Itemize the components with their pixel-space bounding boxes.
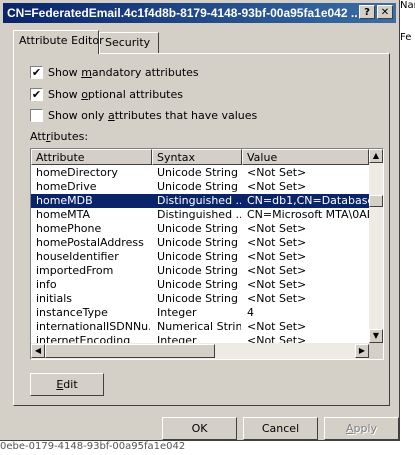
background-window-bottom: 0ebe-0179-4148-93bf-00a95fa1e042 (0, 441, 400, 455)
cell-syntax: Unicode String (157, 292, 238, 305)
cell-attribute: importedFrom (36, 264, 114, 277)
cell-syntax: Unicode String (157, 166, 238, 179)
cell-attribute: homeDirectory (36, 166, 118, 179)
scroll-left-icon[interactable]: ◀ (31, 344, 45, 358)
cell-value: <Not Set> (247, 222, 307, 235)
help-button[interactable]: ? (359, 5, 375, 19)
cell-syntax: Unicode String (157, 278, 238, 291)
table-row[interactable]: internationalISDNNu... Numerical String <N… (31, 320, 369, 334)
cell-value: CN=Microsoft MTA\0ADEL: (247, 208, 369, 221)
tab-label: Attribute Editor (19, 34, 104, 47)
cell-syntax: Unicode String (157, 250, 238, 263)
attributes-label: Attributes: (30, 130, 89, 143)
cell-value: <Not Set> (247, 180, 307, 193)
vertical-scrollbar[interactable]: ▲ ▼ (369, 149, 383, 343)
cell-attribute: internationalISDNNu... (36, 320, 150, 333)
cell-value: <Not Set> (247, 264, 307, 277)
column-header-value[interactable]: Value (242, 149, 369, 165)
tab-security[interactable]: Security (99, 32, 159, 53)
checkbox-box[interactable]: ✔ (30, 88, 43, 101)
ok-button[interactable]: OK (162, 417, 237, 440)
close-button[interactable]: ✕ (377, 5, 393, 19)
cell-syntax: Unicode String (157, 180, 238, 193)
horizontal-scrollbar[interactable]: ◀ ▶ (31, 343, 369, 359)
cell-value: <Not Set> (247, 236, 307, 249)
scroll-right-icon[interactable]: ▶ (355, 344, 369, 358)
cell-value: <Not Set> (247, 292, 307, 305)
background-bottom-text: 0ebe-0179-4148-93bf-00a95fa1e042 (0, 441, 186, 452)
scroll-down-icon[interactable]: ▼ (369, 329, 383, 343)
cell-attribute: houseIdentifier (36, 250, 119, 263)
checkbox-label: Show only attributes that have values (48, 109, 258, 122)
cancel-button[interactable]: Cancel (243, 417, 318, 440)
cell-attribute: instanceType (36, 306, 108, 319)
cell-syntax: Unicode String (157, 236, 238, 249)
table-row[interactable]: info Unicode String <Not Set> (31, 278, 369, 292)
edit-button[interactable]: Edit (30, 373, 104, 396)
table-row[interactable]: homeMDB Distinguished ... CN=db1,CN=Databa… (31, 194, 369, 208)
background-label: Fe (400, 32, 412, 43)
cell-value: <Not Set> (247, 250, 307, 263)
properties-dialog: CN=FederatedEmail.4c1f4d8b-8179-4148-93b… (0, 0, 400, 441)
checkbox-box[interactable]: ✔ (30, 66, 43, 79)
cell-syntax: Unicode String (157, 264, 238, 277)
attributes-list[interactable]: Attribute Syntax Value homeDirectory Unic… (30, 148, 384, 360)
cell-syntax: Integer (157, 306, 197, 319)
column-header-attribute[interactable]: Attribute (31, 149, 152, 165)
table-row[interactable]: initials Unicode String <Not Set> (31, 292, 369, 306)
table-row[interactable]: importedFrom Unicode String <Not Set> (31, 264, 369, 278)
cell-value: <Not Set> (247, 278, 307, 291)
horizontal-scroll-thumb[interactable] (45, 344, 215, 358)
table-row[interactable]: homeDirectory Unicode String <Not Set> (31, 166, 369, 180)
cell-attribute: homePhone (36, 222, 102, 235)
title-bar[interactable]: CN=FederatedEmail.4c1f4d8b-8179-4148-93b… (3, 3, 396, 23)
cell-attribute: homePostalAddress (36, 236, 144, 249)
table-row[interactable]: houseIdentifier Unicode String <Not Set> (31, 250, 369, 264)
cell-syntax: Distinguished ... (157, 208, 241, 221)
checkbox-box[interactable] (30, 109, 43, 122)
background-window-right: Name Fe (400, 0, 415, 455)
cell-syntax: Unicode String (157, 222, 238, 235)
cell-value: 4 (247, 306, 254, 319)
checkbox-label: Show mandatory attributes (48, 66, 199, 79)
cell-attribute: homeMDB (36, 194, 93, 207)
checkbox-label: Show optional attributes (48, 88, 183, 101)
cell-value: CN=db1,CN=Databases,CN (247, 194, 369, 207)
cell-attribute: homeMTA (36, 208, 91, 221)
tab-attribute-editor[interactable]: Attribute Editor (13, 30, 104, 54)
cell-syntax: Distinguished ... (157, 194, 241, 207)
vertical-scroll-thumb[interactable] (369, 195, 383, 207)
cell-value: <Not Set> (247, 166, 307, 179)
cell-value: <Not Set> (247, 320, 307, 333)
scroll-corner (369, 343, 383, 359)
background-label: Name (400, 0, 415, 11)
table-row[interactable]: instanceType Integer 4 (31, 306, 369, 320)
scroll-up-icon[interactable]: ▲ (369, 149, 383, 163)
cell-syntax: Numerical String (157, 320, 241, 333)
table-row[interactable]: homeMTA Distinguished ... CN=Microsoft MTA… (31, 208, 369, 222)
table-row[interactable]: homePostalAddress Unicode String <Not Set> (31, 236, 369, 250)
table-row[interactable]: homeDrive Unicode String <Not Set> (31, 180, 369, 194)
cell-attribute: homeDrive (36, 180, 97, 193)
table-row[interactable]: homePhone Unicode String <Not Set> (31, 222, 369, 236)
apply-button[interactable]: Apply (324, 417, 399, 440)
window-title: CN=FederatedEmail.4c1f4d8b-8179-4148-93b… (7, 6, 357, 20)
column-header-syntax[interactable]: Syntax (152, 149, 242, 165)
cell-attribute: initials (36, 292, 72, 305)
cell-attribute: info (36, 278, 57, 291)
tab-label: Security (105, 36, 151, 49)
